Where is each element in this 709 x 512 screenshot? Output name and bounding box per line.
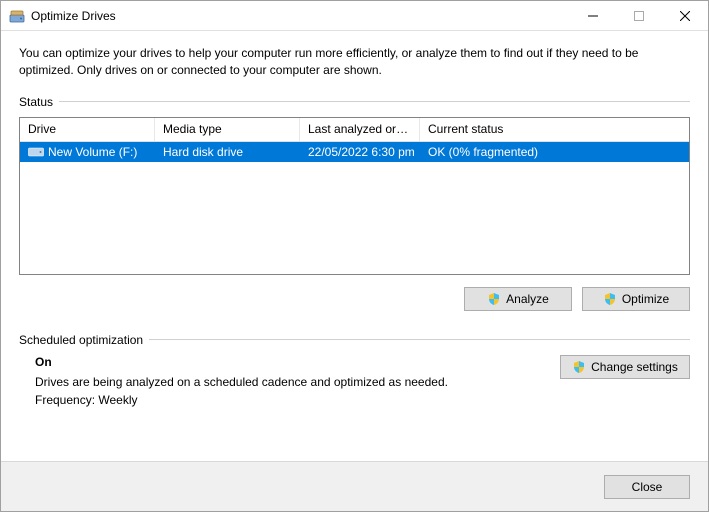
shield-icon [603,292,617,306]
cell-drive: New Volume (F:) [20,143,155,161]
change-settings-button[interactable]: Change settings [560,355,690,379]
close-dialog-button[interactable]: Close [604,475,690,499]
divider [149,339,690,340]
status-section-label: Status [19,95,690,109]
schedule-section-label: Scheduled optimization [19,333,690,347]
close-label: Close [632,480,663,494]
shield-icon [487,292,501,306]
table-header: Drive Media type Last analyzed or o... C… [20,118,689,142]
optimize-drives-window: Optimize Drives You can optimize your dr… [0,0,709,512]
cell-last: 22/05/2022 6:30 pm [300,143,420,161]
app-icon [9,8,25,24]
maximize-button [616,1,662,30]
titlebar: Optimize Drives [1,1,708,31]
change-settings-label: Change settings [591,360,678,374]
schedule-label-text: Scheduled optimization [19,333,143,347]
schedule-state: On [35,355,560,369]
shield-icon [572,360,586,374]
action-buttons: Analyze Optimize [19,287,690,311]
status-label-text: Status [19,95,53,109]
cell-media: Hard disk drive [155,143,300,161]
schedule-text: On Drives are being analyzed on a schedu… [19,355,560,407]
intro-text: You can optimize your drives to help you… [19,45,690,79]
schedule-block: On Drives are being analyzed on a schedu… [19,355,690,407]
col-header-status[interactable]: Current status [420,118,689,141]
col-header-last[interactable]: Last analyzed or o... [300,118,420,141]
footer: Close [1,461,708,511]
minimize-button[interactable] [570,1,616,30]
optimize-button[interactable]: Optimize [582,287,690,311]
table-body: New Volume (F:) Hard disk drive 22/05/20… [20,142,689,274]
drive-icon [28,146,44,158]
analyze-label: Analyze [506,292,549,306]
col-header-media[interactable]: Media type [155,118,300,141]
analyze-button[interactable]: Analyze [464,287,572,311]
optimize-label: Optimize [622,292,669,306]
close-button[interactable] [662,1,708,30]
window-controls [570,1,708,30]
divider [59,101,690,102]
cell-status: OK (0% fragmented) [420,143,689,161]
schedule-frequency: Frequency: Weekly [35,393,560,407]
window-title: Optimize Drives [31,9,570,23]
table-row[interactable]: New Volume (F:) Hard disk drive 22/05/20… [20,142,689,162]
schedule-desc: Drives are being analyzed on a scheduled… [35,375,560,389]
col-header-drive[interactable]: Drive [20,118,155,141]
drives-table: Drive Media type Last analyzed or o... C… [19,117,690,275]
content-area: You can optimize your drives to help you… [1,31,708,461]
cell-drive-text: New Volume (F:) [48,145,137,159]
